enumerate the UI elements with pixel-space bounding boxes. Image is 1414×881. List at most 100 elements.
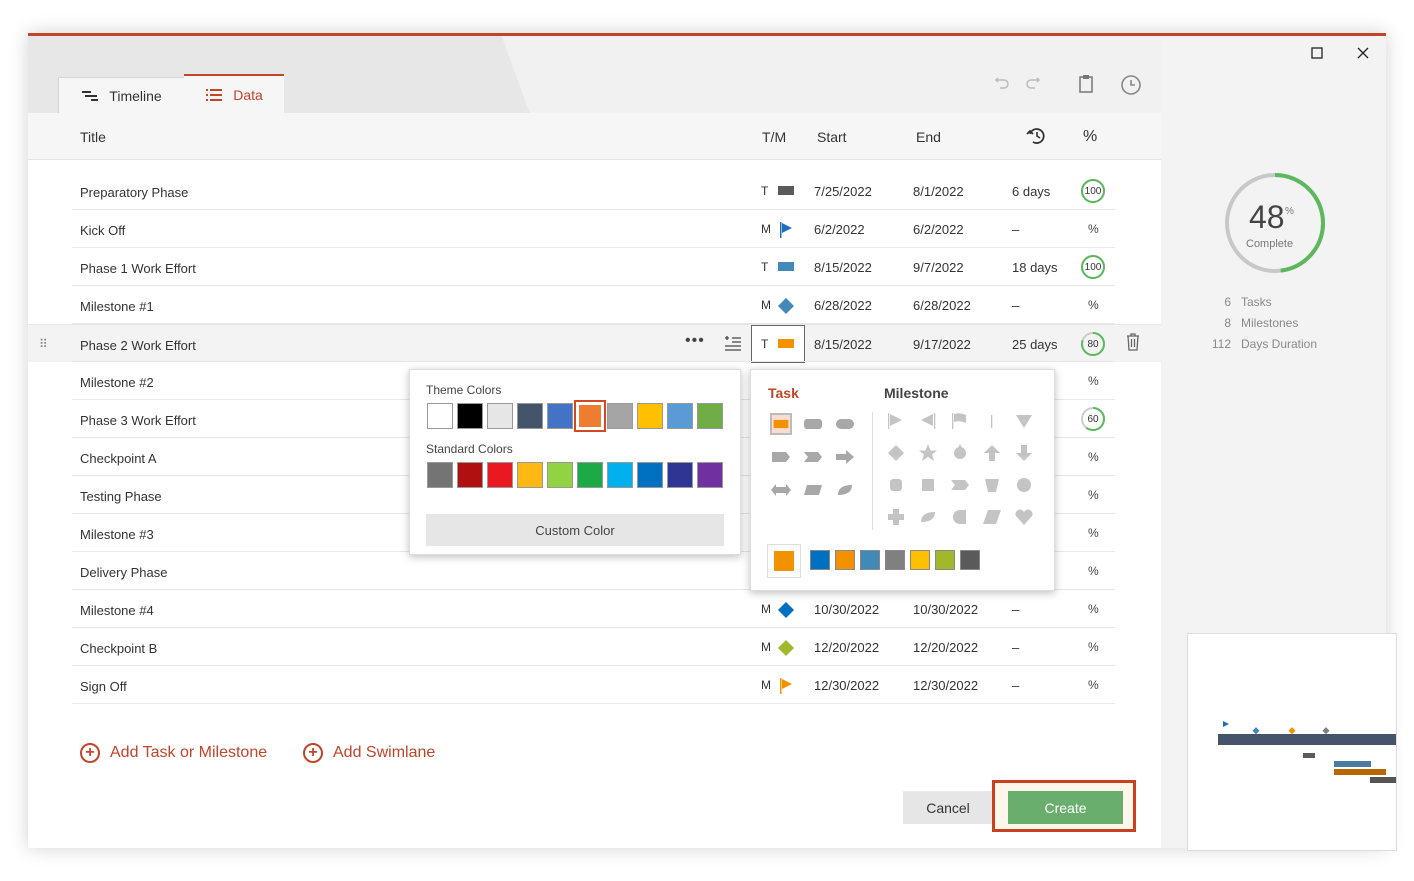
- theme-color-swatch[interactable]: [667, 403, 693, 429]
- undo-icon[interactable]: [994, 74, 1010, 95]
- standard-color-swatch[interactable]: [637, 462, 663, 488]
- table-row[interactable]: Checkpoint B M 12/20/2022 12/20/2022 –%: [28, 628, 1161, 666]
- table-row[interactable]: Milestone #4 M 10/30/2022 10/30/2022 –%: [28, 590, 1161, 628]
- recent-color-swatch[interactable]: [960, 550, 980, 570]
- standard-color-swatch[interactable]: [547, 462, 573, 488]
- milestone-shape-rounded-square[interactable]: [885, 474, 907, 496]
- diamond-icon[interactable]: [778, 640, 794, 656]
- percent-ring[interactable]: 80: [1080, 331, 1106, 357]
- standard-color-swatch[interactable]: [427, 462, 453, 488]
- custom-color-button[interactable]: Custom Color: [426, 514, 724, 546]
- task-title[interactable]: Milestone #4: [80, 603, 154, 618]
- percent-placeholder[interactable]: %: [1088, 222, 1099, 236]
- more-options-icon[interactable]: •••: [685, 332, 705, 350]
- redo-icon[interactable]: [1025, 74, 1041, 95]
- end-date[interactable]: 12/30/2022: [913, 678, 978, 693]
- task-title[interactable]: Milestone #3: [80, 527, 154, 542]
- recent-color-swatch[interactable]: [860, 550, 880, 570]
- close-icon[interactable]: [1357, 46, 1369, 63]
- milestone-shape-plus[interactable]: [885, 506, 907, 528]
- task-type[interactable]: T: [761, 260, 768, 274]
- theme-color-swatch[interactable]: [607, 403, 633, 429]
- recent-color-swatch[interactable]: [810, 550, 830, 570]
- milestone-shape-parallelogram[interactable]: [981, 506, 1003, 528]
- task-type[interactable]: M: [761, 298, 771, 312]
- milestone-shape-square[interactable]: [917, 474, 939, 496]
- tab-timeline[interactable]: Timeline: [58, 77, 185, 113]
- task-title[interactable]: Phase 2 Work Effort: [80, 338, 196, 353]
- percent-placeholder[interactable]: %: [1088, 564, 1099, 578]
- clock-icon[interactable]: [1120, 74, 1142, 101]
- start-date[interactable]: 8/15/2022: [814, 337, 872, 352]
- flag-icon[interactable]: [778, 678, 794, 694]
- start-date[interactable]: 6/2/2022: [814, 222, 865, 237]
- task-title[interactable]: Kick Off: [80, 223, 125, 238]
- timeline-preview[interactable]: [1187, 633, 1397, 851]
- start-date[interactable]: 10/30/2022: [814, 602, 879, 617]
- add-swimlane-button[interactable]: + Add Swimlane: [303, 743, 435, 763]
- start-date[interactable]: 12/20/2022: [814, 640, 879, 655]
- task-shape-chevron[interactable]: [802, 446, 824, 468]
- milestone-shape-leaf[interactable]: [917, 506, 939, 528]
- milestone-shape-triangle-down[interactable]: [1013, 410, 1035, 432]
- task-type[interactable]: M: [761, 602, 771, 616]
- standard-color-swatch[interactable]: [697, 462, 723, 488]
- table-row[interactable]: Milestone #1 M 6/28/2022 6/28/2022 –%: [28, 286, 1161, 324]
- task-title[interactable]: Sign Off: [80, 679, 127, 694]
- end-date[interactable]: 9/17/2022: [913, 337, 971, 352]
- bar-icon[interactable]: [778, 260, 794, 274]
- task-shape-slant[interactable]: [802, 479, 824, 501]
- standard-color-swatch[interactable]: [457, 462, 483, 488]
- table-row[interactable]: Preparatory Phase T 7/25/2022 8/1/2022 6 day…: [28, 172, 1161, 210]
- theme-color-swatch[interactable]: [487, 403, 513, 429]
- recent-color-swatch[interactable]: [935, 550, 955, 570]
- percent-placeholder[interactable]: %: [1088, 640, 1099, 654]
- percent-placeholder[interactable]: %: [1088, 374, 1099, 388]
- drag-handle-icon[interactable]: ⠿: [39, 337, 48, 351]
- cancel-button[interactable]: Cancel: [903, 791, 993, 824]
- task-type[interactable]: T: [761, 184, 768, 198]
- milestone-shape-half-circle[interactable]: [949, 506, 971, 528]
- percent-placeholder[interactable]: %: [1088, 602, 1099, 616]
- task-type[interactable]: M: [761, 640, 771, 654]
- theme-color-swatch[interactable]: [637, 403, 663, 429]
- task-type[interactable]: M: [761, 678, 771, 692]
- standard-color-swatch[interactable]: [487, 462, 513, 488]
- percent-ring[interactable]: 100: [1080, 254, 1106, 280]
- standard-color-swatch[interactable]: [667, 462, 693, 488]
- percent-ring[interactable]: 100: [1080, 178, 1106, 204]
- maximize-icon[interactable]: [1311, 46, 1323, 63]
- bar-icon[interactable]: [778, 337, 794, 351]
- percent-placeholder[interactable]: %: [1088, 678, 1099, 692]
- tab-data[interactable]: Data: [184, 74, 284, 113]
- theme-color-swatch[interactable]: [517, 403, 543, 429]
- task-title[interactable]: Milestone #1: [80, 299, 154, 314]
- percent-placeholder[interactable]: %: [1088, 526, 1099, 540]
- milestone-shape-diamond[interactable]: [885, 442, 907, 464]
- task-shape-rounded[interactable]: [802, 413, 824, 435]
- task-shape-rect[interactable]: [770, 413, 792, 435]
- task-title[interactable]: Checkpoint A: [80, 451, 157, 466]
- task-title[interactable]: Delivery Phase: [80, 565, 167, 580]
- milestone-shape-arrow-up[interactable]: [981, 442, 1003, 464]
- task-shape-double-arrow[interactable]: [770, 479, 792, 501]
- recent-color-swatch[interactable]: [835, 550, 855, 570]
- current-color[interactable]: [767, 544, 801, 578]
- milestone-shape-flag-wave[interactable]: [949, 410, 971, 432]
- flag-icon[interactable]: [778, 222, 794, 238]
- start-date[interactable]: 6/28/2022: [814, 298, 872, 313]
- milestone-shape-heart[interactable]: [1013, 506, 1035, 528]
- recent-color-swatch[interactable]: [885, 550, 905, 570]
- task-shape-arrow-right[interactable]: [834, 446, 856, 468]
- task-title[interactable]: Phase 1 Work Effort: [80, 261, 196, 276]
- standard-color-swatch[interactable]: [517, 462, 543, 488]
- table-row[interactable]: Kick Off M 6/2/2022 6/2/2022 –%: [28, 210, 1161, 248]
- task-type[interactable]: M: [761, 222, 771, 236]
- milestone-shape-trapezoid[interactable]: [981, 474, 1003, 496]
- task-title[interactable]: Phase 3 Work Effort: [80, 413, 196, 428]
- percent-placeholder[interactable]: %: [1088, 450, 1099, 464]
- milestone-shape-chevron[interactable]: [949, 474, 971, 496]
- clipboard-icon[interactable]: [1078, 74, 1094, 99]
- start-date[interactable]: 12/30/2022: [814, 678, 879, 693]
- milestone-shape-line[interactable]: [981, 410, 1003, 432]
